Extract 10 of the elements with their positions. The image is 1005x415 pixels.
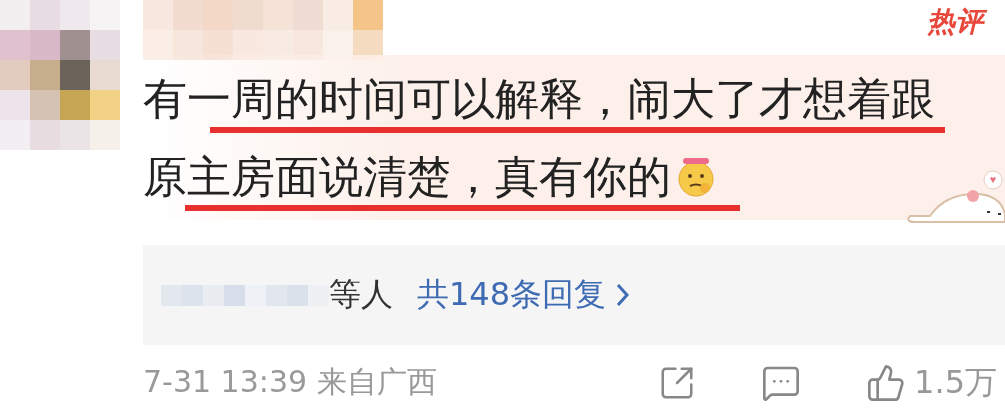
thumbs-up-icon (866, 362, 907, 403)
comment-text: 有一周的时间可以解释，闹大了才想着跟 (143, 73, 935, 125)
chevron-right-icon (616, 283, 630, 307)
comment-text: 原主房面说清楚，真有你的 (143, 151, 671, 203)
like-button[interactable]: 1.5万 (866, 360, 997, 405)
thinking-emoji-icon (675, 156, 717, 198)
hot-comment-label: 热评 (925, 4, 989, 40)
reply-names-suffix: 等人 (329, 274, 393, 315)
reply-count-link[interactable]: 共148条回复 (417, 273, 630, 317)
comment-meta: 7-31 13:39 来自广西 (143, 363, 437, 401)
